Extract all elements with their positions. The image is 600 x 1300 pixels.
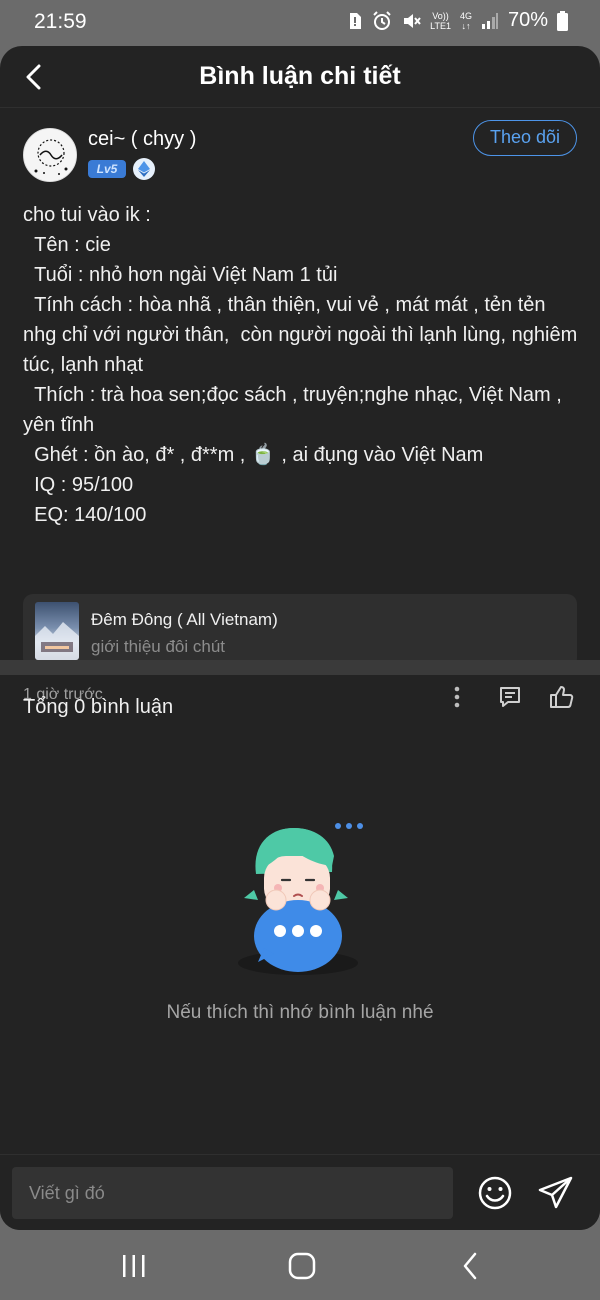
post-line: Tên : cie bbox=[23, 234, 111, 256]
like-button[interactable] bbox=[547, 682, 577, 712]
level-badge: Lv5 bbox=[88, 160, 126, 178]
post-line: EQ: 140/100 bbox=[23, 504, 147, 526]
data-indicator: 4G ↓↑ bbox=[459, 10, 472, 31]
avatar-image bbox=[24, 129, 76, 181]
page-title: Bình luận chi tiết bbox=[199, 62, 401, 90]
comment-icon bbox=[500, 687, 520, 707]
send-icon bbox=[538, 1176, 573, 1209]
empty-comments-message: Nếu thích thì nhớ bình luận nhé bbox=[166, 1002, 434, 1023]
post-line: cho tui vào ik : bbox=[23, 204, 151, 226]
system-back-button[interactable] bbox=[450, 1250, 490, 1282]
author-name[interactable]: cei~ ( chyy ) bbox=[88, 128, 196, 151]
section-divider bbox=[0, 660, 600, 675]
follow-button[interactable]: Theo dõi bbox=[473, 120, 577, 156]
more-options-button[interactable] bbox=[442, 682, 472, 712]
battery-icon bbox=[557, 10, 568, 31]
home-icon bbox=[288, 1252, 316, 1280]
recent-apps-icon bbox=[123, 1255, 145, 1277]
mute-icon bbox=[401, 11, 421, 31]
alarm-icon bbox=[372, 10, 392, 31]
send-button[interactable] bbox=[537, 1174, 575, 1212]
home-button[interactable] bbox=[282, 1250, 322, 1282]
ethereum-diamond-icon bbox=[133, 158, 155, 180]
post-line: Tuổi : nhỏ hơn ngài Việt Nam 1 tủi bbox=[23, 264, 338, 286]
post-line: IQ : 95/100 bbox=[23, 474, 134, 496]
post-line: Ghét : ồn ào, đ* , đ**m , 🍵 , ai đụng và… bbox=[23, 444, 484, 466]
comments-count-heading: Tổng 0 bình luận bbox=[23, 696, 174, 718]
thumbs-up-icon bbox=[550, 686, 574, 708]
comment-input[interactable]: Viết gì đó bbox=[12, 1167, 453, 1219]
status-bar: 21:59 Vo)) LTE1 4G ↓↑ 70% bbox=[0, 0, 600, 46]
back-arrow-icon bbox=[463, 1252, 477, 1280]
emoji-button[interactable] bbox=[476, 1174, 514, 1212]
comment-button[interactable] bbox=[495, 682, 525, 712]
system-navigation-bar bbox=[0, 1230, 600, 1300]
comment-composer: Viết gì đó bbox=[0, 1154, 600, 1230]
avatar[interactable] bbox=[23, 128, 77, 182]
post-line: Thích : trà hoa sen;đọc sách , truyện;ng… bbox=[23, 384, 568, 436]
status-time: 21:59 bbox=[34, 10, 87, 33]
story-subtitle: giới thiệu đôi chút bbox=[91, 637, 226, 656]
smiley-icon bbox=[478, 1176, 512, 1210]
post-content: cho tui vào ik : Tên : cie Tuổi : nhỏ hơ… bbox=[23, 200, 583, 530]
app-screen: Bình luận chi tiết cei~ ( chyy ) Lv5 The… bbox=[0, 46, 600, 1230]
recent-apps-button[interactable] bbox=[114, 1250, 154, 1282]
volte-indicator: Vo)) LTE1 bbox=[430, 10, 451, 31]
top-nav: Bình luận chi tiết bbox=[0, 46, 600, 108]
battery-level: 70% bbox=[507, 9, 548, 31]
linked-story-card[interactable]: Đêm Đông ( All Vietnam) giới thiệu đôi c… bbox=[23, 594, 577, 668]
more-vertical-icon bbox=[454, 686, 460, 708]
post-line: Tính cách : hòa nhã , thân thiện, vui vẻ… bbox=[23, 294, 583, 376]
story-cover-image bbox=[35, 602, 79, 660]
sim-alert-icon bbox=[347, 12, 363, 30]
status-icons: Vo)) LTE1 4G ↓↑ 70% bbox=[347, 9, 568, 32]
empty-comments-illustration bbox=[234, 816, 370, 976]
signal-icon bbox=[481, 12, 499, 30]
story-title: Đêm Đông ( All Vietnam) bbox=[91, 610, 278, 629]
